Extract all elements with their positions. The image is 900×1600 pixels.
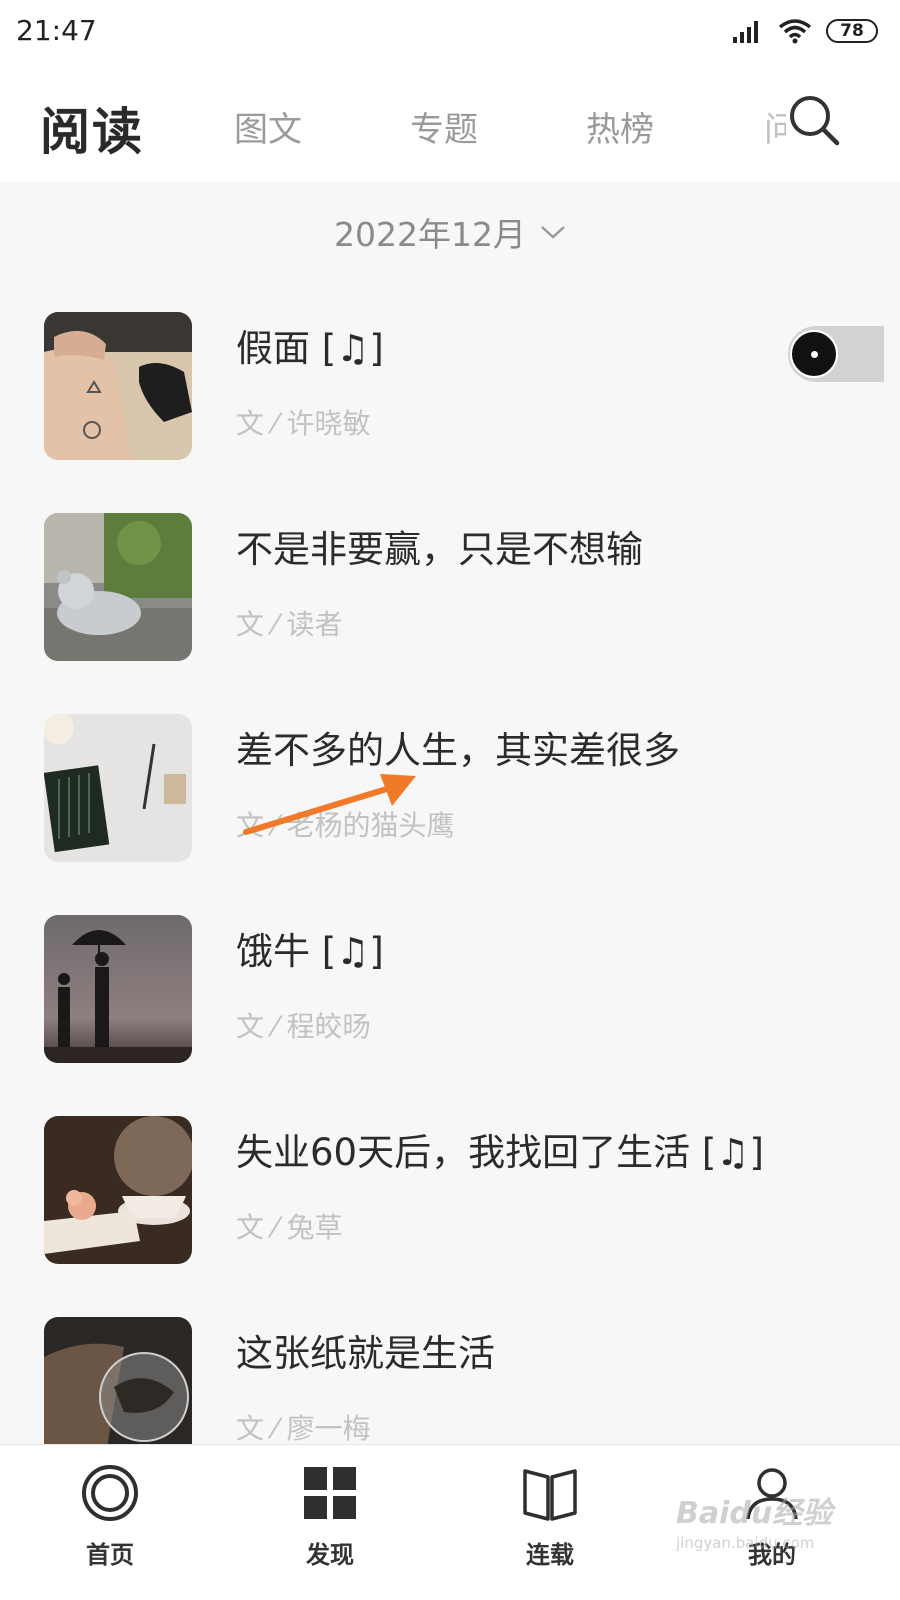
wifi-icon <box>778 19 812 44</box>
nav-profile[interactable]: 我的 <box>712 1463 832 1583</box>
status-bar: 21:47 78 <box>0 0 900 62</box>
article-thumbnail[interactable] <box>44 312 192 460</box>
article-thumbnail[interactable] <box>44 1317 192 1465</box>
nav-label: 连载 <box>526 1541 574 1569</box>
nav-label: 发现 <box>306 1541 354 1569</box>
book-icon <box>523 1469 577 1521</box>
list-item[interactable]: 差不多的人生，其实差很多 文 ⁄ 老杨的猫头鹰 <box>0 684 900 864</box>
article-title[interactable]: 假面 [♫] <box>236 318 384 372</box>
status-time: 21:47 <box>16 14 97 47</box>
header: 阅读 图文 专题 热榜 问 <box>0 62 900 182</box>
chevron-down-icon <box>541 226 565 239</box>
article-author: 文 ⁄ 程皎旸 <box>236 1010 371 1043</box>
article-title[interactable]: 失业60天后，我找回了生活 [♫] <box>236 1122 764 1176</box>
page-title: 阅读 <box>40 103 144 161</box>
article-author: 文 ⁄ 廖一梅 <box>236 1412 371 1445</box>
battery-icon: 78 <box>826 19 878 43</box>
tab-rebang[interactable]: 热榜 <box>586 102 654 151</box>
bottom-nav: 首页 发现 连载 我的 <box>0 1444 900 1600</box>
article-thumbnail[interactable] <box>44 513 192 661</box>
nav-serial[interactable]: 连载 <box>490 1463 610 1583</box>
article-thumbnail[interactable] <box>44 915 192 1063</box>
grid-icon <box>304 1467 356 1519</box>
article-thumbnail[interactable] <box>44 1116 192 1264</box>
nav-label: 首页 <box>86 1541 134 1569</box>
list-item[interactable]: 饿牛 [♫] 文 ⁄ 程皎旸 <box>0 885 900 1065</box>
article-author: 文 ⁄ 读者 <box>236 608 343 641</box>
status-icons: 78 <box>732 16 878 46</box>
month-selector[interactable]: 2022年12月 <box>0 182 900 282</box>
home-circle-icon <box>82 1465 138 1521</box>
profile-icon <box>746 1468 798 1520</box>
article-author: 文 ⁄ 许晓敏 <box>236 407 371 440</box>
list-item[interactable]: 这张纸就是生活 文 ⁄ 廖一梅 <box>0 1287 900 1467</box>
arrow-annotation <box>243 774 416 835</box>
nav-home[interactable]: 首页 <box>50 1463 170 1583</box>
article-title[interactable]: 不是非要赢，只是不想输 <box>236 519 643 573</box>
list-item[interactable]: 不是非要赢，只是不想输 文 ⁄ 读者 <box>0 483 900 663</box>
floating-player[interactable] <box>788 326 884 382</box>
tab-zhuanti[interactable]: 专题 <box>410 102 478 151</box>
tab-wen[interactable]: 问 <box>764 102 786 151</box>
nav-label: 我的 <box>748 1541 796 1569</box>
search-icon[interactable] <box>786 92 842 148</box>
nav-discover[interactable]: 发现 <box>270 1463 390 1583</box>
article-thumbnail[interactable] <box>44 714 192 862</box>
month-label: 2022年12月 <box>334 215 526 254</box>
list-item[interactable]: 假面 [♫] 文 ⁄ 许晓敏 <box>0 282 900 462</box>
article-author: 文 ⁄ 兔草 <box>236 1211 343 1244</box>
list-item[interactable]: 失业60天后，我找回了生活 [♫] 文 ⁄ 兔草 <box>0 1086 900 1266</box>
article-title[interactable]: 这张纸就是生活 <box>236 1323 495 1377</box>
tab-tuwen[interactable]: 图文 <box>234 102 302 151</box>
signal-icon <box>733 21 758 43</box>
article-title[interactable]: 饿牛 [♫] <box>236 921 384 975</box>
music-disc-icon[interactable] <box>790 330 838 378</box>
